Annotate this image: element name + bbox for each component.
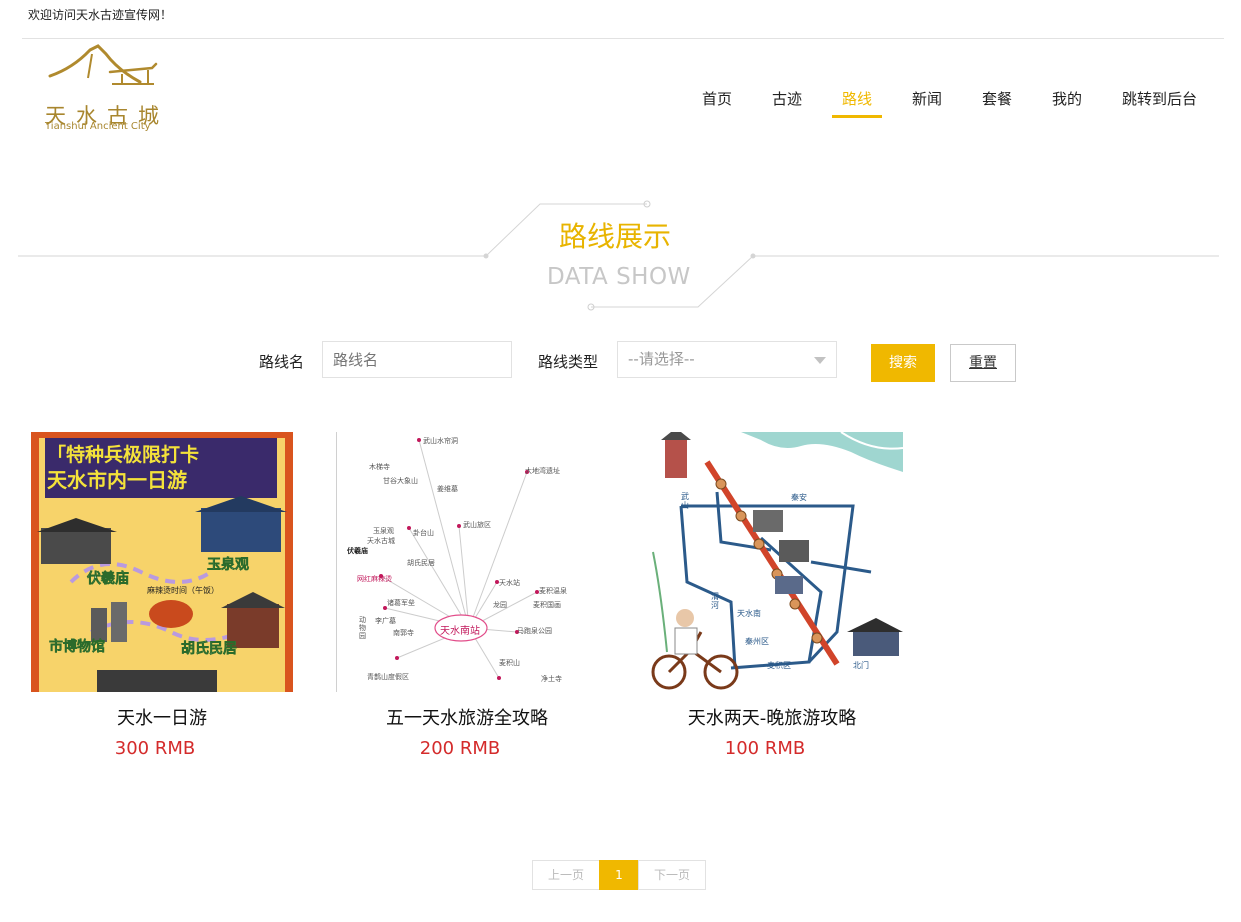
section-title-decoration [18,200,1219,311]
poster-spot: 玉泉观 [207,557,250,574]
map-node: 胡氏民居 [407,559,435,567]
nav-item-sites[interactable]: 古迹 [772,88,802,109]
map-node: 麦积温泉 [539,587,567,595]
nav-item-routes[interactable]: 路线 [842,88,872,109]
map-node: 青鹊山度假区 [367,673,409,681]
map-label: 天水南 [737,609,761,618]
map-node: 诸葛军垒 [387,599,415,607]
search-bar: 路线名 路线类型 --请选择-- 搜索 重置 [0,341,1241,383]
search-button[interactable]: 搜索 [871,344,935,382]
map-node: 麦积国画 [533,601,561,609]
nav-item-admin[interactable]: 跳转到后台 [1122,88,1197,109]
route-price: 100 RMB [724,738,806,759]
chevron-down-icon [814,357,826,364]
route-price: 300 RMB [114,738,196,759]
route-card[interactable]: 武山 秦安 天水南 渭河 秦州区 麦积区 北门 天水两天-晚旅游攻略 100 R… [641,432,903,772]
route-thumbnail[interactable]: 武山 秦安 天水南 渭河 秦州区 麦积区 北门 [641,432,903,692]
header-divider [22,38,1224,39]
route-thumbnail[interactable]: 「特种兵极限打卡 天水市内一日游 伏羲庙 玉泉观 市博物馆 胡氏民居 麻辣烫时间… [31,432,293,692]
poster-spot: 伏羲庙 [87,571,130,588]
top-bar: 欢迎访问天水古迹宣传网！ [0,0,1241,39]
poster-banner: 「特种兵极限打卡 [47,444,200,466]
route-card[interactable]: 天水南站 武山水帘洞 木梯寺 甘谷大象山 姜维墓 大地湾遗址 武山旅区 卦台山 … [336,432,598,772]
map-label: 秦安 [791,493,807,502]
map-node: 麦积山 [499,659,520,667]
map-node: 武山水帘洞 [423,437,458,445]
map-node: 卦台山 [413,529,434,537]
map-node: 马跑泉公园 [517,627,552,635]
map-label: 武山 [681,492,689,510]
map-node: 龙园 [493,601,507,609]
route-price: 200 RMB [419,738,501,759]
nav-active-indicator [832,115,882,118]
welcome-text: 欢迎访问天水古迹宣传网！ [28,8,173,22]
map-node: 甘谷大象山 [383,477,418,485]
nav-item-mine[interactable]: 我的 [1052,88,1082,109]
poster-spot: 胡氏民居 [181,641,238,658]
map-label: 北门 [853,661,869,670]
route-type-label: 路线类型 [538,353,599,371]
roof-logo-icon [48,44,158,85]
logo-text-en: Tianshui Ancient City [45,121,151,132]
section-header: 路线展示 DATA SHOW [0,190,1241,320]
route-name-input[interactable] [322,341,512,378]
map-node: 动物园 [359,616,366,640]
map-node: 伏羲庙 [347,547,368,555]
map-node: 玉泉观 [373,527,394,535]
nav-item-packages[interactable]: 套餐 [982,88,1012,109]
route-name[interactable]: 天水两天-晚旅游攻略 [641,704,903,730]
route-name[interactable]: 天水一日游 [31,704,293,730]
map-node: 网红麻辣烫 [357,575,392,583]
map-node: 木梯寺 [369,463,390,471]
route-name[interactable]: 五一天水旅游全攻略 [336,704,598,730]
nav-item-news[interactable]: 新闻 [912,88,942,109]
site-logo[interactable]: 天水古城 Tianshui Ancient City [40,44,170,139]
map-node: 姜维墓 [437,485,458,493]
section-subtitle: DATA SHOW [547,264,691,290]
route-type-select[interactable]: --请选择-- [617,341,837,378]
nav-item-home[interactable]: 首页 [702,88,732,109]
map-node: 净土寺 [541,675,562,683]
poster-spot: 市博物馆 [49,639,106,656]
map-node: 武山旅区 [463,521,491,529]
route-name-label: 路线名 [259,353,305,371]
poster-note: 麻辣烫时间（午饭） [147,586,219,595]
map-node: 天水站 [499,579,520,587]
page-number-current[interactable]: 1 [599,860,639,890]
map-label: 麦积区 [767,661,791,670]
route-map-image [641,432,903,690]
poster-banner-sub: 天水市内一日游 [47,468,187,492]
map-label: 秦州区 [745,637,769,646]
map-node: 李广墓 [375,617,396,625]
route-thumbnail[interactable]: 天水南站 武山水帘洞 木梯寺 甘谷大象山 姜维墓 大地湾遗址 武山旅区 卦台山 … [336,432,598,692]
map-node: 南郭寺 [393,629,414,637]
route-card[interactable]: 「特种兵极限打卡 天水市内一日游 伏羲庙 玉泉观 市博物馆 胡氏民居 麻辣烫时间… [31,432,293,772]
map-node: 天水古城 [367,537,395,545]
section-title: 路线展示 [559,220,672,253]
map-label: 渭河 [711,592,719,610]
map-center-label: 天水南站 [440,626,480,637]
route-type-selected: --请选择-- [628,350,695,368]
prev-page-button[interactable]: 上一页 [532,860,600,890]
reset-button[interactable]: 重置 [950,344,1016,382]
map-node: 大地湾遗址 [525,467,560,475]
next-page-button[interactable]: 下一页 [638,860,706,890]
